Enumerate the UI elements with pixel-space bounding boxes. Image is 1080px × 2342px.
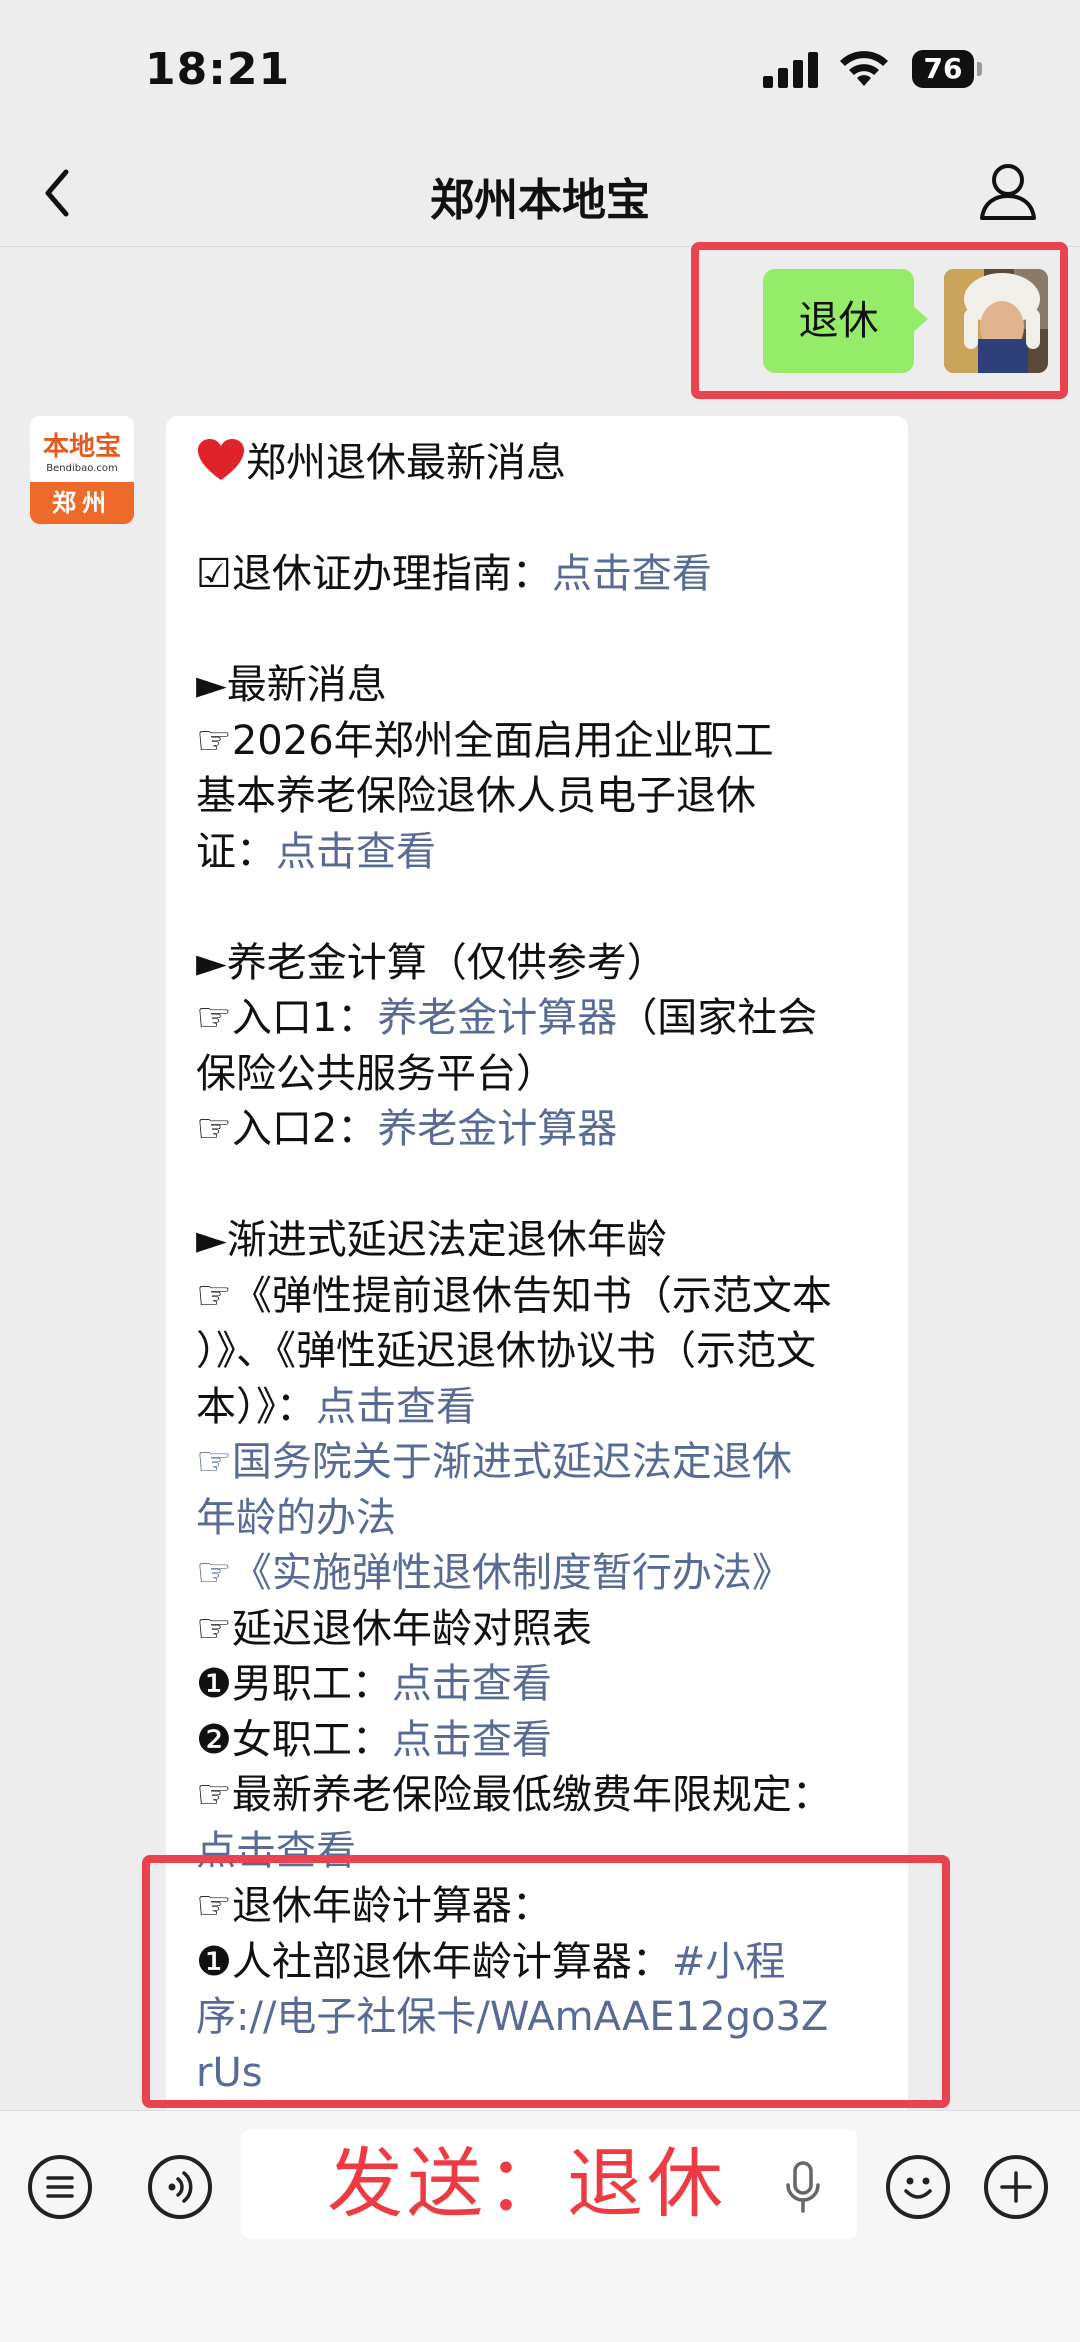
delay-line-1: ☞《弹性提前退休告知书（示范文本 [196,1272,832,1319]
cellular-signal-icon [763,52,819,88]
flex-retirement-link[interactable]: ☞《实施弹性退休制度暂行办法》 [196,1546,896,1602]
menu-icon[interactable] [28,2155,92,2219]
male-link[interactable]: 点击查看 [392,1661,552,1707]
cert-guide-link[interactable]: 点击查看 [552,551,712,597]
highlight-frame-outgoing [691,242,1068,399]
status-time: 18:21 [145,44,291,95]
state-council-link-cont[interactable]: 年龄的办法 [196,1491,896,1547]
wifi-icon [840,51,888,86]
delay-line-3: 本）》： [196,1383,316,1430]
news-link[interactable]: 点击查看 [276,829,436,875]
entry1-line-2: 保险公共服务平台） [196,1050,556,1097]
battery-level: 76 [912,50,974,88]
person-icon[interactable] [978,160,1038,222]
bot-logo-url: Bendibao.com [46,463,118,474]
mic-icon[interactable] [783,2161,823,2213]
emoji-icon[interactable] [886,2155,950,2219]
age-table-label: ☞延迟退休年龄对照表 [196,1605,592,1652]
male-label: ❶男职工： [196,1661,392,1707]
female-label: ❷女职工： [196,1716,392,1763]
entry1-suffix: （国家社会 [617,995,818,1041]
entry2-label: ☞入口2： [196,1106,378,1152]
status-bar: 18:21 76 [0,0,1080,140]
cert-guide-label: ☑退休证办理指南： [196,551,552,597]
delay-link[interactable]: 点击查看 [316,1384,476,1430]
message-heading: 郑州退休最新消息 [246,440,566,486]
message-input-value: 发送：退休 [327,2139,727,2228]
input-bar: 发送：退休 [0,2110,1080,2342]
nav-bar: 郑州本地宝 [0,140,1080,247]
news-header: ►最新消息 [196,662,387,708]
delay-line-2: ）》、《弹性延迟退休协议书（示范文 [196,1328,816,1374]
entry2-calculator-link[interactable]: 养老金计算器 [377,1106,617,1152]
news-line-3: 证： [196,828,276,875]
voice-icon[interactable] [148,2155,212,2219]
news-line-1: ☞2026年郑州全面启用企业职工 [196,717,774,764]
min-years-label: ☞最新养老保险最低缴费年限规定： [196,1772,832,1818]
message-input[interactable]: 发送：退休 [241,2129,857,2239]
state-council-link[interactable]: ☞国务院关于渐进式延迟法定退休 [196,1435,896,1491]
delay-header: ►渐进式延迟法定退休年龄 [196,1217,667,1263]
heart-icon [198,439,244,480]
bot-avatar[interactable]: 本地宝 Bendibao.com 郑州 [30,416,134,524]
entry1-label: ☞入口1： [196,995,378,1041]
bot-logo-text: 本地宝 [42,432,121,462]
plus-icon[interactable] [984,2155,1048,2219]
female-link[interactable]: 点击查看 [392,1717,552,1763]
battery-icon: 76 [912,50,984,90]
news-line-2: 基本养老保险退休人员电子退休 [196,773,756,819]
pension-header: ►养老金计算（仅供参考） [196,939,667,986]
page-title: 郑州本地宝 [430,175,650,226]
entry1-calculator-link[interactable]: 养老金计算器 [377,995,617,1041]
bot-logo-city: 郑州 [30,482,134,524]
highlight-frame-calculator [142,1855,950,2108]
